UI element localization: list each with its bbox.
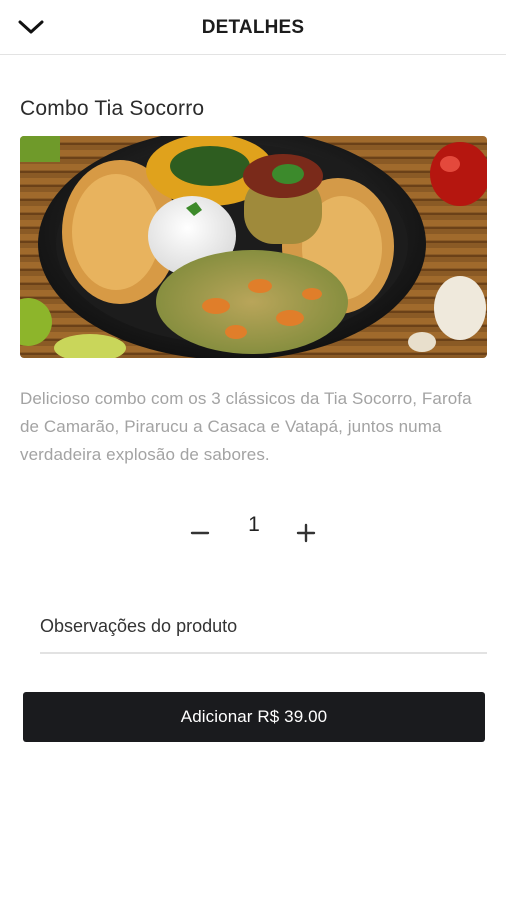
decrease-quantity-button[interactable] (188, 516, 214, 546)
top-bar: DETALHES (0, 0, 506, 55)
minus-icon (190, 531, 210, 535)
increase-quantity-button[interactable] (294, 516, 320, 546)
product-image (20, 136, 487, 358)
quantity-stepper: 1 (0, 510, 506, 554)
product-notes-input[interactable] (40, 600, 487, 654)
product-description: Delicioso combo com os 3 clássicos da Ti… (20, 389, 472, 464)
add-to-cart-button[interactable]: Adicionar R$ 39.00 (23, 692, 485, 742)
page-title: DETALHES (201, 17, 305, 38)
plus-icon (296, 523, 316, 543)
product-name: Combo Tia Socorro (20, 97, 205, 120)
quantity-value: 1 (248, 513, 260, 536)
